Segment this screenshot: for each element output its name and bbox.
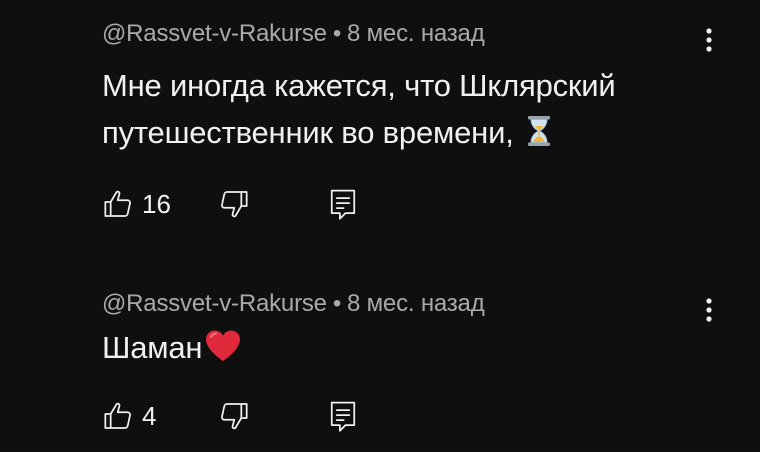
comment-actions: 16 bbox=[102, 186, 402, 222]
comment-timestamp[interactable]: 8 мес. назад bbox=[347, 290, 485, 317]
comment-timestamp[interactable]: 8 мес. назад bbox=[347, 20, 485, 47]
comment-text: Шаман bbox=[102, 324, 722, 376]
more-options-button[interactable] bbox=[698, 296, 720, 326]
like-button[interactable]: 4 bbox=[102, 398, 182, 434]
hourglass-icon bbox=[524, 114, 554, 161]
dislike-button[interactable] bbox=[218, 398, 254, 434]
like-button[interactable]: 16 bbox=[102, 186, 182, 222]
like-count: 4 bbox=[142, 401, 157, 431]
thumb-up-icon bbox=[104, 190, 131, 217]
thumb-up-icon bbox=[104, 402, 131, 429]
dislike-button[interactable] bbox=[218, 186, 254, 222]
comment-meta: @Rassvet-v-Rakurse • 8 мес. назад bbox=[102, 20, 485, 48]
like-count: 16 bbox=[142, 189, 171, 219]
kebab-menu-icon bbox=[706, 28, 712, 52]
comment-text: Мне иногда кажется, что Шклярский путеше… bbox=[102, 62, 722, 161]
comment-actions: 4 bbox=[102, 398, 402, 434]
reply-button[interactable] bbox=[328, 398, 358, 434]
reply-comment-icon bbox=[330, 189, 356, 220]
meta-separator: • bbox=[332, 290, 342, 317]
comment: @Rassvet-v-Rakurse • 8 мес. назад Мне иног… bbox=[0, 0, 760, 240]
reply-button[interactable] bbox=[328, 186, 358, 222]
kebab-menu-icon bbox=[706, 298, 712, 322]
thumb-down-icon bbox=[221, 403, 248, 430]
comment-author[interactable]: @Rassvet-v-Rakurse bbox=[102, 20, 327, 47]
meta-separator: • bbox=[332, 20, 342, 47]
comment: @Rassvet-v-Rakurse • 8 мес. назад Шаман 4 bbox=[0, 270, 760, 452]
comment-meta: @Rassvet-v-Rakurse • 8 мес. назад bbox=[102, 290, 485, 318]
more-options-button[interactable] bbox=[698, 26, 720, 56]
reply-comment-icon bbox=[330, 401, 356, 432]
comment-body: Шаман bbox=[102, 330, 203, 365]
comment-author[interactable]: @Rassvet-v-Rakurse bbox=[102, 290, 327, 317]
thumb-down-icon bbox=[221, 191, 248, 218]
red-heart-icon bbox=[204, 329, 242, 376]
